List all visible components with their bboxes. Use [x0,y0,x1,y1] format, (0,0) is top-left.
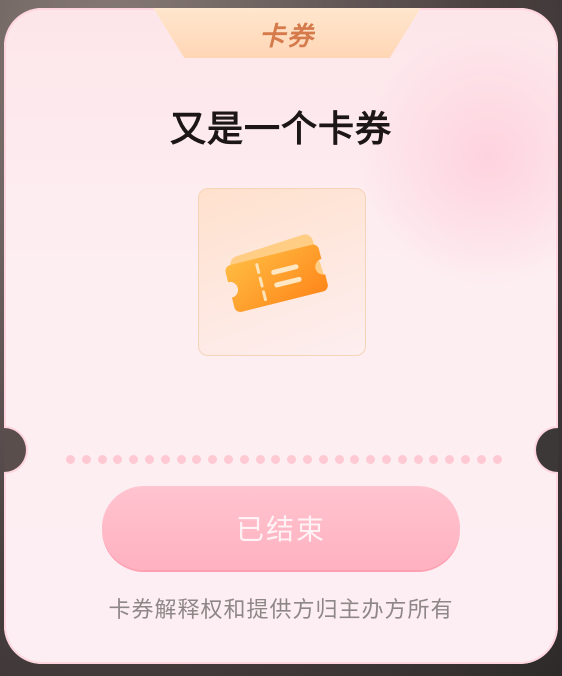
card-notch-right [536,428,558,472]
perforation-dot [113,455,123,464]
card-notch-left [4,428,26,472]
perforation-dot [334,455,344,464]
perforation-dot [160,455,170,464]
perforation-dot [66,455,75,464]
perforation-dot [129,455,139,464]
perforation-dot [81,455,91,464]
perforation-dot [192,455,202,464]
perforation-dot [413,455,423,464]
perforation-dot [397,455,407,464]
perforation-dot [350,455,360,464]
perforation-dot [176,455,186,464]
perforation-dot [476,455,486,464]
ended-button[interactable]: 已结束 [102,486,460,570]
perforation-dot [239,455,249,464]
perforation-dot [208,455,218,464]
perforation-dot [303,455,312,464]
ticket-icon [225,234,328,312]
perforation-dot [366,455,376,464]
perforation-dot [445,455,455,464]
perforation-dot [382,455,391,464]
perforation-dot [145,455,154,464]
card-tag-label: 卡券 [258,22,315,52]
perforation-dot [271,455,281,464]
perforation-dot [429,455,439,464]
card-title: 又是一个卡券 [169,109,392,150]
perforation-dot [318,455,328,464]
card-glow [358,28,558,288]
perforation-dot [492,455,502,464]
perforation-dot [97,455,107,464]
perforation-divider [66,455,506,465]
perforation-dot [287,455,297,464]
coupon-icon-box [198,188,366,356]
rights-note: 卡券解释权和提供方归主办方所有 [108,598,454,623]
coupon-card: 卡券 又是一个卡券 已结束 卡券解释权和提供方归主办方所有 [4,8,558,664]
perforation-dot [255,455,265,464]
perforation-dot [224,455,233,464]
perforation-dot [461,455,470,464]
